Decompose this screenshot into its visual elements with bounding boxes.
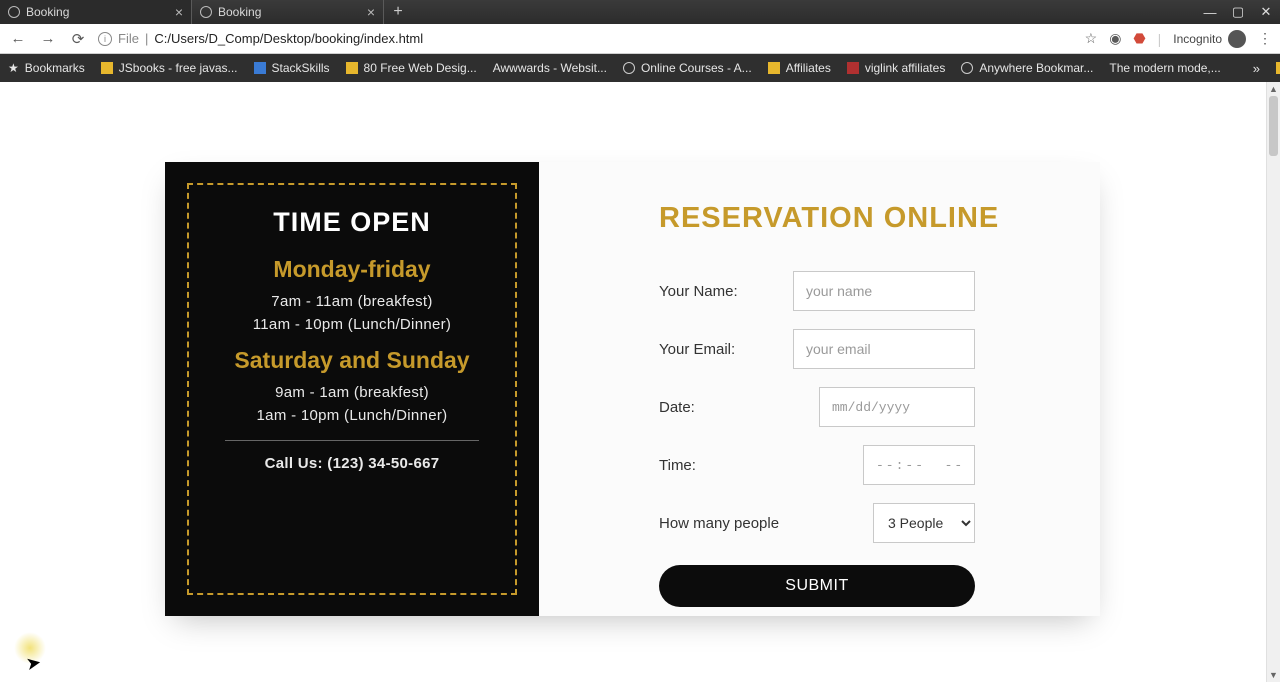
scroll-thumb[interactable] [1269,96,1278,156]
weekday-heading: Monday-friday [203,256,501,283]
time-input[interactable] [863,445,975,485]
bookmark-anywhere[interactable]: Anywhere Bookmar... [961,61,1093,75]
scroll-down-icon[interactable]: ▼ [1267,668,1280,682]
bookmark-jsbooks[interactable]: JSbooks - free javas... [101,61,238,75]
browser-chrome: Booking × Booking × + — ▢ ✕ ← → ⟳ i File… [0,0,1280,82]
url-scheme: File [118,31,139,46]
close-icon[interactable]: × [367,4,375,20]
window-controls: — ▢ ✕ [1196,0,1280,24]
divider: | [1158,31,1162,47]
camera-icon[interactable]: ◉ [1109,30,1121,47]
globe-icon [8,6,20,18]
row-email: Your Email: [659,327,1100,371]
maximize-icon[interactable]: ▢ [1224,0,1252,24]
shield-icon[interactable]: ⬣ [1133,30,1145,47]
tab-1[interactable]: Booking × [0,0,192,24]
folder-icon [346,62,358,74]
page-viewport: TIME OPEN Monday-friday 7am - 11am (brea… [0,82,1280,682]
incognito-icon [1228,30,1246,48]
bookmark-onlinecourses[interactable]: Online Courses - A... [623,61,752,75]
tab-2-title: Booking [218,5,261,19]
reservation-form: RESERVATION ONLINE Your Name: Your Email… [539,162,1100,616]
menu-icon[interactable]: ⋮ [1258,30,1272,47]
url-sep: | [145,31,148,46]
folder-icon [254,62,266,74]
form-title: RESERVATION ONLINE [659,202,1100,235]
name-label: Your Name: [659,283,793,300]
bookmark-awwwards[interactable]: Awwwards - Websit... [493,61,607,75]
incognito-indicator: Incognito [1173,30,1246,48]
name-input[interactable] [793,271,975,311]
weekday-line-1: 7am - 11am (breakfest) [203,293,501,310]
folder-icon [101,62,113,74]
weekend-line-1: 9am - 1am (breakfest) [203,384,501,401]
submit-button[interactable]: SUBMIT [659,565,975,607]
divider [225,440,479,441]
email-label: Your Email: [659,341,793,358]
weekday-line-2: 11am - 10pm (Lunch/Dinner) [203,316,501,333]
omnibox[interactable]: i File | C:/Users/D_Comp/Desktop/booking… [98,31,1075,46]
date-label: Date: [659,399,793,416]
close-icon[interactable]: × [175,4,183,20]
tab-2[interactable]: Booking × [192,0,384,24]
bookmark-stackskills[interactable]: StackSkills [254,61,330,75]
bookmark-80free[interactable]: 80 Free Web Desig... [346,61,477,75]
minimize-icon[interactable]: — [1196,0,1224,24]
folder-icon [768,62,780,74]
call-us: Call Us: (123) 34-50-667 [203,455,501,472]
hours-panel: TIME OPEN Monday-friday 7am - 11am (brea… [165,162,539,616]
bookmark-viglink[interactable]: viglink affiliates [847,61,945,75]
time-label: Time: [659,457,793,474]
reservation-card: TIME OPEN Monday-friday 7am - 11am (brea… [165,162,1100,616]
url-path: C:/Users/D_Comp/Desktop/booking/index.ht… [154,31,423,46]
other-bookmarks[interactable]: Other bookmarks [1276,61,1280,75]
scroll-up-icon[interactable]: ▲ [1267,82,1280,96]
star-icon[interactable]: ☆ [1085,30,1098,47]
globe-icon [623,62,635,74]
row-time: Time: [659,443,1100,487]
hours-title: TIME OPEN [203,207,501,238]
weekend-heading: Saturday and Sunday [203,347,501,374]
tab-strip: Booking × Booking × + — ▢ ✕ [0,0,1280,24]
new-tab-button[interactable]: + [384,0,412,24]
incognito-label: Incognito [1173,32,1222,46]
row-name: Your Name: [659,269,1100,313]
hours-box: TIME OPEN Monday-friday 7am - 11am (brea… [187,183,517,595]
weekend-line-2: 1am - 10pm (Lunch/Dinner) [203,407,501,424]
date-input[interactable] [819,387,975,427]
toolbar-right: ☆ ◉ ⬣ | Incognito ⋮ [1085,30,1272,48]
row-date: Date: [659,385,1100,429]
address-bar: ← → ⟳ i File | C:/Users/D_Comp/Desktop/b… [0,24,1280,54]
row-people: How many people 3 People [659,501,1100,545]
tab-1-title: Booking [26,5,69,19]
star-icon: ★ [8,61,19,75]
info-icon[interactable]: i [98,32,112,46]
people-label: How many people [659,515,793,532]
email-input[interactable] [793,329,975,369]
overflow-icon[interactable]: » [1253,61,1260,76]
bookmark-modernmode[interactable]: The modern mode,... [1109,61,1220,75]
forward-icon[interactable]: → [38,29,58,49]
globe-icon [961,62,973,74]
vertical-scrollbar[interactable]: ▲ ▼ [1266,82,1280,682]
back-icon[interactable]: ← [8,29,28,49]
reload-icon[interactable]: ⟳ [68,29,88,49]
bookmark-bookmarks[interactable]: ★Bookmarks [8,61,85,75]
people-select[interactable]: 3 People [873,503,975,543]
close-window-icon[interactable]: ✕ [1252,0,1280,24]
folder-icon [1276,62,1280,74]
bookmark-affiliates[interactable]: Affiliates [768,61,831,75]
globe-icon [200,6,212,18]
bookmarks-bar: ★Bookmarks JSbooks - free javas... Stack… [0,54,1280,82]
folder-icon [847,62,859,74]
